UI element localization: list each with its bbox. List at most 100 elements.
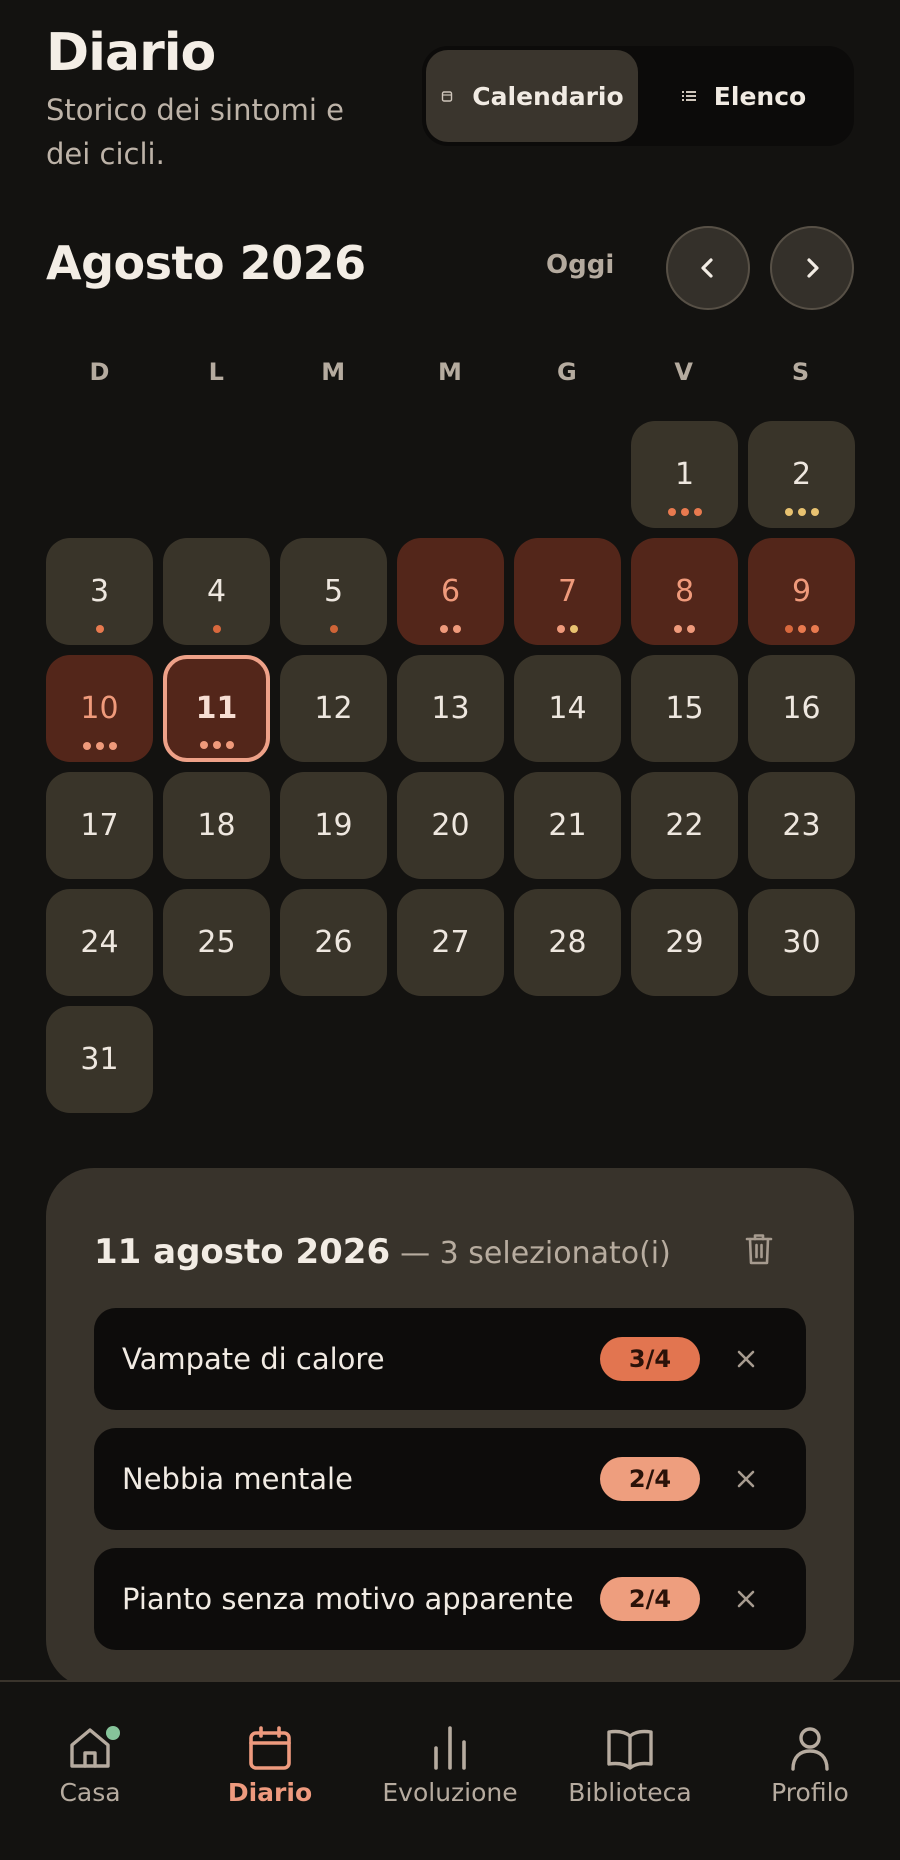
calendar-day-2[interactable]: 2 (748, 421, 855, 528)
calendar-day-30[interactable]: 30 (748, 889, 855, 996)
symptom-dots (46, 625, 153, 633)
day-number: 26 (314, 925, 353, 960)
calendar-day-17[interactable]: 17 (46, 772, 153, 879)
bottom-navigation: Casa Diario Evoluzione Biblioteca Profil… (0, 1680, 900, 1860)
calendar-day-13[interactable]: 13 (397, 655, 504, 762)
symptom-dot (810, 625, 819, 633)
calendar-day-14[interactable]: 14 (514, 655, 621, 762)
day-number: 3 (89, 574, 110, 609)
nav-label: Profilo (771, 1778, 849, 1807)
calendar-day-21[interactable]: 21 (514, 772, 621, 879)
symptom-dots (748, 508, 855, 516)
symptom-dots (631, 508, 738, 516)
day-number: 11 (195, 691, 238, 726)
calendar-day-15[interactable]: 15 (631, 655, 738, 762)
symptom-dots (748, 625, 855, 633)
calendar-day-4[interactable]: 4 (163, 538, 270, 645)
nav-item-casa[interactable]: Casa (0, 1724, 180, 1807)
page-title: Diario (46, 23, 216, 83)
symptom-dot (557, 625, 565, 633)
calendar-day-28[interactable]: 28 (514, 889, 621, 996)
calendar-day-29[interactable]: 29 (631, 889, 738, 996)
page-header: Diario Storico dei sintomi e dei cicli. (46, 20, 346, 176)
calendar-day-22[interactable]: 22 (631, 772, 738, 879)
calendar-day-10[interactable]: 10 (46, 655, 153, 762)
day-number: 25 (197, 925, 236, 960)
calendar-day-1[interactable]: 1 (631, 421, 738, 528)
day-number: 17 (80, 808, 119, 843)
today-button[interactable]: Oggi (546, 250, 614, 280)
weekday-label: M (438, 358, 462, 386)
next-month-button[interactable] (770, 226, 854, 310)
weekday-label: S (791, 358, 810, 386)
symptom-dot (95, 625, 104, 633)
day-number: 1 (674, 457, 695, 492)
calendar-day-20[interactable]: 20 (397, 772, 504, 879)
day-number: 10 (80, 691, 119, 726)
calendar-day-27[interactable]: 27 (397, 889, 504, 996)
symptom-dot (674, 625, 682, 633)
delete-day-button[interactable] (744, 1232, 774, 1270)
previous-month-button[interactable] (666, 226, 750, 310)
day-number: 5 (323, 574, 344, 609)
calendar-day-8[interactable]: 8 (631, 538, 738, 645)
chevron-right-icon (807, 258, 819, 278)
calendar-view-label: Calendario (472, 81, 624, 111)
calendar-day-25[interactable]: 25 (163, 889, 270, 996)
nav-item-evoluzione[interactable]: Evoluzione (360, 1724, 540, 1807)
calendar-view-button[interactable]: Calendario (426, 50, 638, 142)
symptom-dot (212, 741, 221, 749)
calendar-day-23[interactable]: 23 (748, 772, 855, 879)
symptom-dots (397, 625, 504, 633)
month-label: Agosto 2026 (46, 236, 366, 290)
close-icon (737, 1590, 755, 1608)
list-icon (681, 89, 696, 103)
calendar-day-31[interactable]: 31 (46, 1006, 153, 1113)
day-number: 16 (782, 691, 821, 726)
day-number: 12 (314, 691, 353, 726)
symptom-dot (95, 742, 104, 750)
symptom-dot (810, 508, 819, 516)
calendar-day-19[interactable]: 19 (280, 772, 387, 879)
calendar-day-5[interactable]: 5 (280, 538, 387, 645)
nav-item-diario[interactable]: Diario (180, 1724, 360, 1807)
day-number: 27 (431, 925, 470, 960)
symptom-dot (453, 625, 461, 633)
selected-count: — 3 selezionato(i) (400, 1236, 671, 1271)
calendar-icon (249, 1726, 291, 1770)
bar-chart-icon (434, 1726, 466, 1770)
day-number: 24 (80, 925, 119, 960)
calendar-day-26[interactable]: 26 (280, 889, 387, 996)
day-detail-header: 11 agosto 2026 — 3 selezionato(i) (94, 1232, 671, 1272)
nav-item-biblioteca[interactable]: Biblioteca (540, 1724, 720, 1807)
calendar-day-24[interactable]: 24 (46, 889, 153, 996)
weekday-header: D L M M G V S (46, 358, 854, 386)
remove-symptom-button[interactable] (726, 1339, 766, 1379)
notification-dot (106, 1726, 120, 1740)
symptom-dots (46, 742, 153, 750)
calendar-day-3[interactable]: 3 (46, 538, 153, 645)
calendar-empty-cell (163, 421, 270, 528)
symptom-dots (163, 625, 270, 633)
nav-label: Evoluzione (382, 1778, 518, 1807)
severity-badge: 3/4 (600, 1337, 700, 1381)
page-subtitle: Storico dei sintomi e dei cicli. (46, 93, 344, 171)
day-number: 20 (431, 808, 470, 843)
remove-symptom-button[interactable] (726, 1459, 766, 1499)
day-number: 22 (665, 808, 704, 843)
calendar-day-11[interactable]: 11 (163, 655, 270, 762)
calendar-day-9[interactable]: 9 (748, 538, 855, 645)
list-view-button[interactable]: Elenco (638, 50, 850, 142)
symptom-dot (108, 742, 117, 750)
day-number: 18 (197, 808, 236, 843)
calendar-day-7[interactable]: 7 (514, 538, 621, 645)
remove-symptom-button[interactable] (726, 1579, 766, 1619)
close-icon (737, 1350, 755, 1368)
nav-item-profilo[interactable]: Profilo (720, 1724, 900, 1807)
calendar-day-16[interactable]: 16 (748, 655, 855, 762)
calendar-day-6[interactable]: 6 (397, 538, 504, 645)
calendar-day-18[interactable]: 18 (163, 772, 270, 879)
calendar-day-12[interactable]: 12 (280, 655, 387, 762)
book-icon (607, 1729, 653, 1770)
calendar-empty-cell (280, 421, 387, 528)
